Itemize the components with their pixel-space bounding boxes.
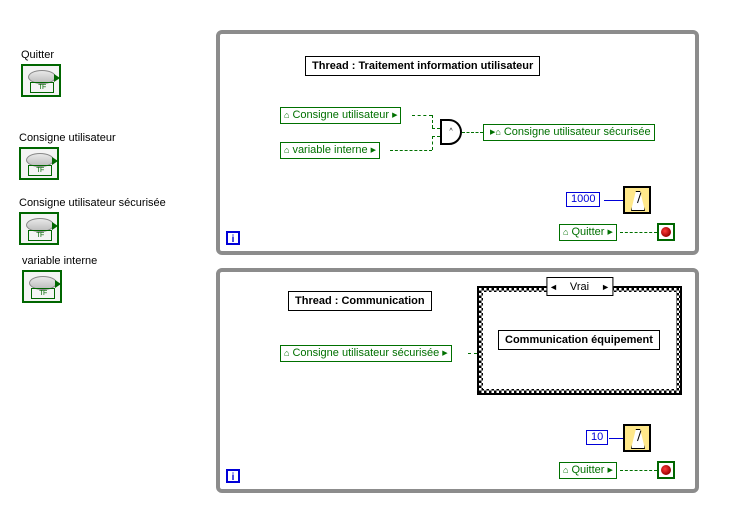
delay-10: 10 (586, 430, 608, 445)
localvar-quitter-read-2: ⌂ Quitter ▶ (559, 462, 617, 479)
localvar-quitter-read-1: ⌂ Quitter ▶ (559, 224, 617, 241)
consigne-sec-control[interactable]: TF (19, 212, 59, 245)
case-value: Vrai (560, 281, 599, 293)
var-interne-control[interactable]: TF (22, 270, 62, 303)
iteration-terminal-1: i (226, 231, 240, 245)
read-arrow-icon: ▶ (371, 143, 376, 158)
quitter-label: Quitter (21, 49, 54, 61)
consigne-sec-label: Consigne utilisateur sécurisée (19, 197, 166, 209)
case-next-icon[interactable]: ► (599, 282, 612, 292)
and-gate: ^ (440, 119, 462, 145)
consigne-control[interactable]: TF (19, 147, 59, 180)
house-icon: ⌂ (284, 143, 289, 158)
consigne-label: Consigne utilisateur (19, 132, 116, 144)
localvar-varinterne-read: ⌂ variable interne ▶ (280, 142, 380, 159)
house-icon: ⌂ (284, 346, 289, 361)
read-arrow-icon: ▶ (607, 463, 612, 478)
while-loop-comm: Thread : Communication ⌂ Consigne utilis… (216, 268, 699, 493)
house-icon: ⌂ (284, 108, 289, 123)
house-icon: ⌂ (495, 125, 500, 140)
loop-stop-terminal-2 (657, 461, 675, 479)
house-icon: ⌂ (563, 225, 568, 240)
thread1-title: Thread : Traitement information utilisat… (305, 56, 540, 76)
loop-stop-terminal-1 (657, 223, 675, 241)
quitter-control[interactable]: TF (21, 64, 61, 97)
case-selector[interactable]: ◄ Vrai ► (546, 277, 613, 296)
read-arrow-icon: ▶ (607, 225, 612, 240)
case-label-comm-equip: Communication équipement (498, 330, 660, 350)
read-arrow-icon: ▶ (442, 346, 447, 361)
house-icon: ⌂ (563, 463, 568, 478)
read-arrow-icon: ▶ (392, 108, 397, 123)
localvar-consigne-sec-read: ⌂ Consigne utilisateur sécurisée ▶ (280, 345, 452, 362)
wait-ms-icon-2 (623, 424, 651, 452)
localvar-consigne-sec-write: ▶ ⌂ Consigne utilisateur sécurisée (483, 124, 655, 141)
iteration-terminal-2: i (226, 469, 240, 483)
var-interne-label: variable interne (22, 255, 97, 267)
while-loop-traitement: Thread : Traitement information utilisat… (216, 30, 699, 255)
delay-1000: 1000 (566, 192, 600, 207)
thread2-title: Thread : Communication (288, 291, 432, 311)
localvar-consigne-read: ⌂ Consigne utilisateur ▶ (280, 107, 401, 124)
wait-ms-icon (623, 186, 651, 214)
case-prev-icon[interactable]: ◄ (547, 282, 560, 292)
case-structure: Communication équipement ◄ Vrai ► (477, 286, 682, 395)
